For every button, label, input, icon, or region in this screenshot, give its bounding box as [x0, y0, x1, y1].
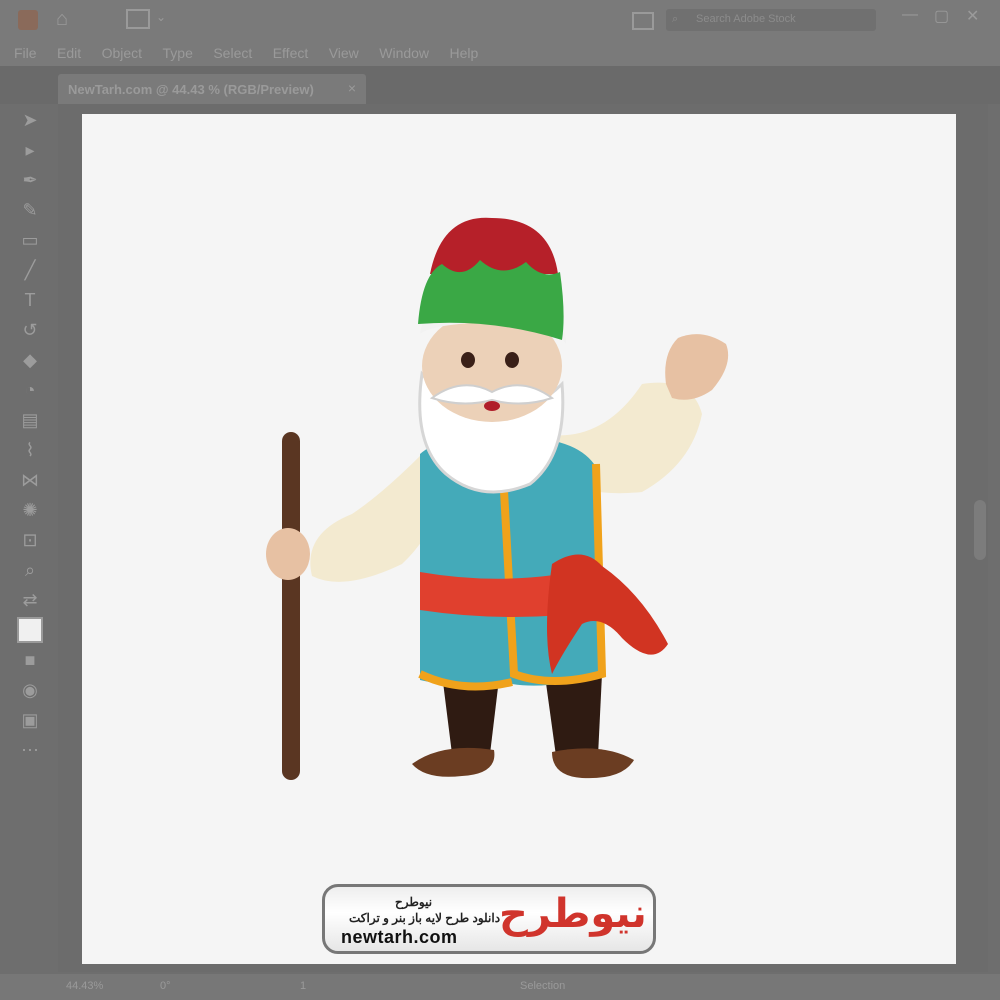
curvature-tool-icon[interactable]: ✎ — [12, 196, 48, 224]
rotation-value[interactable]: 0° — [160, 980, 171, 992]
type-tool-icon[interactable]: T — [12, 286, 48, 314]
rotate-tool-icon[interactable]: ↺ — [12, 316, 48, 344]
artboard-tool-icon[interactable]: ⊡ — [12, 526, 48, 554]
draw-mode-icon[interactable]: ◉ — [12, 676, 48, 704]
home-icon[interactable]: ⌂ — [56, 8, 68, 31]
paintbrush-tool-icon[interactable]: ╱ — [12, 256, 48, 284]
symbol-sprayer-tool-icon[interactable]: ✺ — [12, 496, 48, 524]
eraser-tool-icon[interactable]: ◆ — [12, 346, 48, 374]
shape-builder-tool-icon[interactable]: ◔ — [12, 376, 48, 404]
right-eye — [505, 352, 519, 368]
close-icon[interactable]: ✕ — [966, 6, 979, 26]
maximize-icon[interactable]: ▢ — [934, 6, 949, 26]
left-hand — [266, 528, 310, 580]
screen-mode-icon[interactable]: ▣ — [12, 706, 48, 734]
search-placeholder: Search Adobe Stock — [696, 13, 796, 25]
watermark-url: newtarh.com — [341, 927, 458, 947]
rectangle-tool-icon[interactable]: ▭ — [12, 226, 48, 254]
tools-panel: ➤ ▸ ✒ ✎ ▭ ╱ T ↺ ◆ ◔ ▤ ⌇ ⋈ ✺ ⊡ ⌕ ⇄ ■ ◉ ▣ … — [8, 104, 52, 764]
blend-tool-icon[interactable]: ⋈ — [12, 466, 48, 494]
direct-selection-tool-icon[interactable]: ▸ — [12, 136, 48, 164]
watermark-logo: نیوطرح دانلود طرح لایه باز بنر و تراکت n… — [322, 884, 656, 954]
staff — [282, 432, 300, 780]
menu-type[interactable]: Type — [163, 45, 193, 61]
swap-colors-icon[interactable]: ⇄ — [12, 586, 48, 614]
menu-help[interactable]: Help — [450, 45, 479, 61]
left-eye — [461, 352, 475, 368]
edit-toolbar-icon[interactable]: ⋯ — [12, 736, 48, 764]
artboard[interactable]: نیوطرح دانلود طرح لایه باز بنر و تراکت n… — [82, 114, 956, 964]
eyedropper-tool-icon[interactable]: ⌇ — [12, 436, 48, 464]
document-tab-strip: NewTarh.com @ 44.43 % (RGB/Preview) × — [0, 66, 1000, 104]
mouth — [484, 401, 500, 411]
search-icon: ⌕ — [672, 13, 679, 25]
app-icon[interactable] — [18, 10, 38, 30]
color-mode-icon[interactable]: ■ — [12, 646, 48, 674]
zoom-tool-icon[interactable]: ⌕ — [12, 556, 48, 584]
current-tool: Selection — [520, 980, 566, 992]
menu-view[interactable]: View — [329, 45, 359, 61]
search-input[interactable]: ⌕ Search Adobe Stock — [666, 9, 876, 31]
watermark-brand: نیوطرح — [499, 891, 647, 937]
artwork-old-man[interactable] — [82, 114, 956, 964]
pen-tool-icon[interactable]: ✒ — [12, 166, 48, 194]
hat-top — [430, 217, 558, 274]
menu-select[interactable]: Select — [213, 45, 252, 61]
left-boot — [412, 747, 495, 777]
right-hand — [665, 334, 729, 400]
workspace-switcher-icon[interactable] — [126, 9, 150, 29]
artboard-number[interactable]: 1 — [300, 980, 306, 992]
menu-edit[interactable]: Edit — [57, 45, 81, 61]
menu-object[interactable]: Object — [102, 45, 142, 61]
document-tab-title: NewTarh.com @ 44.43 % (RGB/Preview) — [68, 82, 314, 97]
menu-file[interactable]: File — [14, 45, 37, 61]
vertical-scrollbar[interactable] — [974, 500, 986, 560]
menu-bar: File Edit Object Type Select Effect View… — [0, 40, 1000, 66]
chevron-down-icon[interactable]: ⌄ — [156, 10, 166, 24]
gradient-tool-icon[interactable]: ▤ — [12, 406, 48, 434]
title-bar: ⌂ ⌄ ⌕ Search Adobe Stock — ▢ ✕ — [0, 0, 1000, 40]
menu-effect[interactable]: Effect — [273, 45, 309, 61]
watermark-title: نیوطرح — [395, 895, 433, 909]
tab-close-icon[interactable]: × — [348, 80, 356, 96]
zoom-level[interactable]: 44.43% — [66, 980, 103, 992]
selection-tool-icon[interactable]: ➤ — [12, 106, 48, 134]
minimize-icon[interactable]: — — [902, 6, 918, 24]
right-boot — [552, 748, 634, 779]
menu-window[interactable]: Window — [379, 45, 429, 61]
arrange-documents-icon[interactable] — [632, 12, 654, 30]
status-bar: 44.43% 0° 1 Selection — [0, 974, 1000, 1000]
watermark-subtitle: دانلود طرح لایه باز بنر و تراکت — [349, 911, 501, 925]
document-tab[interactable]: NewTarh.com @ 44.43 % (RGB/Preview) × — [58, 74, 366, 104]
fill-stroke-swatch[interactable] — [12, 616, 48, 644]
